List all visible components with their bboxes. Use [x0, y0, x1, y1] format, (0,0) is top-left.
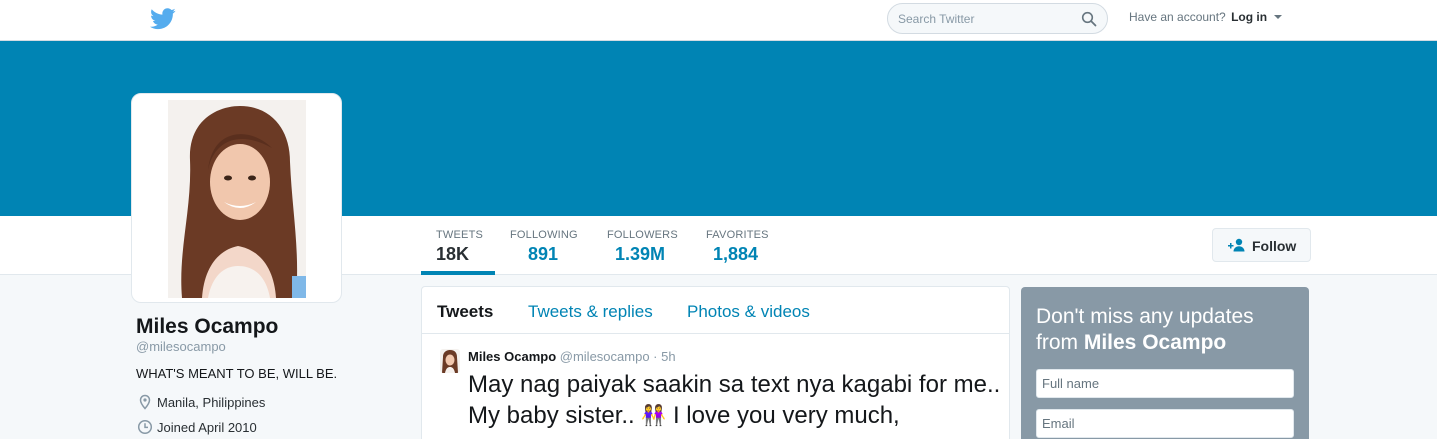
joined-text: Joined April 2010 — [157, 420, 257, 435]
profile-handle[interactable]: @milesocampo — [136, 339, 226, 354]
account-prompt: Have an account? Log in — [1129, 10, 1283, 24]
tweet-text-part2: I love you very much, — [666, 402, 900, 429]
two-women-emoji-icon: 👭 — [641, 405, 667, 427]
search-icon[interactable] — [1081, 11, 1097, 27]
follow-button[interactable]: Follow — [1212, 228, 1311, 262]
tweet-timestamp[interactable]: 5h — [661, 349, 675, 364]
stat-value: 1,884 — [713, 244, 759, 264]
avatar-frame — [131, 93, 342, 303]
location-text: Manila, Philippines — [157, 395, 266, 410]
signup-heading-from: from — [1036, 331, 1084, 354]
search-input[interactable] — [898, 11, 1068, 27]
tweet-header: Miles Ocampo @milesocampo · 5h — [468, 349, 676, 364]
avatar-photo — [168, 100, 306, 298]
stat-label: FAVORITES — [706, 229, 769, 241]
stat-tweets[interactable]: TWEETS 18K — [421, 216, 495, 275]
search-box[interactable] — [887, 3, 1108, 34]
have-account-text: Have an account? — [1129, 10, 1226, 24]
timeline: Tweets Tweets & replies Photos & videos … — [421, 286, 1010, 439]
stat-value: 891 — [528, 244, 559, 264]
tweet-separator: · — [653, 349, 658, 364]
add-user-icon — [1228, 238, 1245, 252]
stat-value: 1.39M — [615, 244, 666, 264]
tweet-avatar-photo — [440, 349, 460, 373]
stat-following[interactable]: FOLLOWING 891 — [510, 216, 578, 275]
signup-heading-line1: Don't miss any updates — [1036, 305, 1254, 328]
calendar-icon — [137, 419, 153, 435]
login-link[interactable]: Log in — [1231, 10, 1267, 24]
email-field[interactable] — [1036, 409, 1294, 438]
stat-label: FOLLOWING — [510, 229, 578, 241]
profile-name[interactable]: Miles Ocampo — [136, 315, 278, 339]
stat-label: FOLLOWERS — [607, 229, 678, 241]
stat-favorites[interactable]: FAVORITES 1,884 — [706, 216, 769, 275]
stat-value: 18K — [436, 244, 470, 264]
signup-heading-line2: from Miles Ocampo — [1036, 330, 1226, 356]
avatar[interactable] — [168, 100, 306, 298]
stat-followers[interactable]: FOLLOWERS 1.39M — [607, 216, 678, 275]
tab-photos-videos[interactable]: Photos & videos — [687, 302, 810, 322]
chevron-down-icon[interactable] — [1274, 15, 1283, 19]
location-pin-icon — [139, 394, 151, 410]
tweet-text: May nag paiyak saakin sa text nya kagabi… — [468, 369, 1008, 432]
top-bar: Have an account? Log in — [0, 0, 1437, 41]
stat-label: TWEETS — [436, 229, 484, 241]
twitter-bird-icon[interactable] — [150, 8, 176, 30]
tweet-author-handle[interactable]: @milesocampo — [560, 349, 650, 364]
timeline-tabs: Tweets Tweets & replies Photos & videos — [422, 287, 1009, 334]
tab-tweets[interactable]: Tweets — [437, 302, 493, 322]
fullname-field[interactable] — [1036, 369, 1294, 398]
profile-bio: WHAT'S MEANT TO BE, WILL BE. — [136, 366, 338, 381]
signup-module: Don't miss any updates from Miles Ocampo — [1021, 287, 1309, 439]
tweet-author-name[interactable]: Miles Ocampo — [468, 349, 556, 364]
tweet-avatar[interactable] — [440, 349, 460, 373]
signup-heading-name: Miles Ocampo — [1083, 331, 1227, 354]
tab-tweets-replies[interactable]: Tweets & replies — [528, 302, 653, 322]
follow-label: Follow — [1252, 238, 1297, 254]
